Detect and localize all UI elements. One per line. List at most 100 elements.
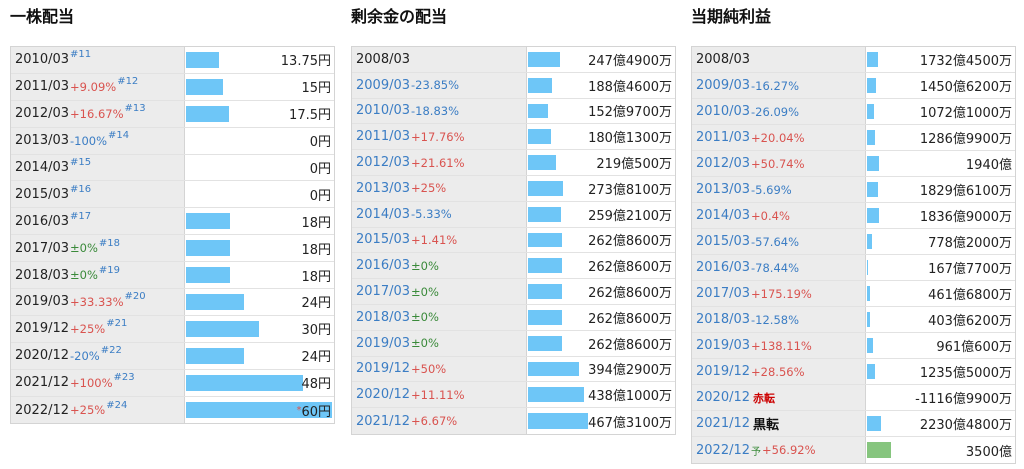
period-link[interactable]: 2019/12 (696, 364, 750, 379)
value-text: 1235億5000万 (920, 362, 1012, 381)
period-link[interactable]: 2016/03 (356, 258, 410, 273)
footnote-link[interactable]: #13 (125, 103, 146, 114)
value-cell: 259億2100万 (527, 201, 675, 227)
value-cell: 1836億9000万 (866, 203, 1015, 228)
change-percent: -16.27% (751, 78, 800, 93)
period-link[interactable]: 2021/12 (696, 416, 750, 431)
footnote-link[interactable]: #21 (106, 318, 127, 329)
change-percent: -100% (70, 133, 108, 148)
change-percent: +25% (411, 181, 447, 196)
period-link[interactable]: 2019/03 (356, 336, 410, 351)
value-cell: *60円 (185, 396, 334, 424)
period-link[interactable]: 2009/03 (356, 78, 410, 93)
value-label: 13.75円 (280, 54, 331, 70)
period-link[interactable]: 2016/03 (696, 260, 750, 275)
value-label: 467億3100万 (588, 415, 672, 431)
footnote-link[interactable]: #19 (99, 265, 120, 276)
value-text: 262億8600万 (588, 308, 672, 327)
period-link[interactable]: 2019/12 (356, 361, 410, 376)
table-row: 2014/03 +0.4% 1836億9000万 (692, 203, 1015, 229)
value-bar (867, 156, 879, 171)
row-label: 2010/03 -26.09% (692, 99, 866, 124)
change-percent: +33.33% (70, 294, 124, 309)
change-percent: +20.04% (751, 130, 805, 145)
period-link[interactable]: 2018/03 (696, 312, 750, 327)
period-link[interactable]: 2017/03 (696, 286, 750, 301)
table-row: 2008/03 247億4900万 (352, 47, 675, 73)
value-text: 273億8100万 (588, 179, 672, 198)
value-label: 167億7700万 (928, 262, 1012, 277)
change-percent: +9.09% (70, 79, 117, 94)
period-link[interactable]: 2013/03 (696, 182, 750, 197)
value-bar (867, 104, 874, 119)
value-text: 1829億6100万 (920, 180, 1012, 199)
row-label: 2017/03 ±0% #18 (11, 235, 185, 262)
value-text: 467億3100万 (588, 412, 672, 431)
period-link[interactable]: 2010/03 (356, 103, 410, 118)
period-link[interactable]: 2011/03 (356, 129, 410, 144)
change-percent: +175.19% (751, 286, 812, 301)
period-link: 2015/03 (15, 186, 70, 202)
change-percent: +100% (70, 375, 113, 390)
period-link[interactable]: 2009/03 (696, 78, 750, 93)
footnote-link[interactable]: #24 (106, 400, 127, 411)
period-link[interactable]: 2014/03 (356, 207, 410, 222)
row-label: 2019/12 +28.56% (692, 359, 866, 384)
footnote-link[interactable]: #15 (70, 157, 91, 168)
value-label: 262億8600万 (588, 337, 672, 353)
value-text: 180億1300万 (588, 127, 672, 146)
table-row: 2019/03 ±0% 262億8600万 (352, 330, 675, 357)
period-link[interactable]: 2019/03 (696, 338, 750, 353)
period-link[interactable]: 2020/12 (696, 390, 750, 405)
period-link[interactable]: 2013/03 (356, 181, 410, 196)
footnote-link[interactable]: #20 (125, 291, 146, 302)
row-label: 2011/03 +17.76% (352, 124, 527, 150)
table-row: 2016/03 #17 18円 (11, 208, 334, 236)
period-link[interactable]: 2017/03 (356, 284, 410, 299)
value-cell: 17.5円 (185, 100, 334, 127)
change-percent: +17.76% (411, 129, 465, 144)
change-percent: -57.64% (751, 234, 800, 249)
value-bar (528, 387, 584, 403)
row-label: 2021/12 黒転 (692, 411, 866, 436)
period-link[interactable]: 2021/12 (356, 414, 410, 429)
value-label: 48円 (301, 377, 331, 393)
value-text: 188億4600万 (588, 76, 672, 95)
table-row: 2008/03 1732億4500万 (692, 47, 1015, 73)
footnote-link[interactable]: #17 (70, 211, 91, 222)
value-text: 18円 (301, 266, 331, 285)
value-cell: 152億9700万 (527, 98, 675, 124)
footnote-link[interactable]: #14 (108, 130, 129, 141)
footnote-link[interactable]: #16 (70, 184, 91, 195)
period-link[interactable]: 2022/12 (696, 443, 750, 458)
period-link[interactable]: 2020/12 (356, 387, 410, 402)
change-percent: -18.83% (411, 103, 460, 118)
period-link[interactable]: 2011/03 (696, 130, 750, 145)
footnote-link[interactable]: #18 (99, 238, 120, 249)
row-label: 2019/03 ±0% (352, 330, 527, 356)
row-label: 2013/03 -5.69% (692, 177, 866, 202)
value-cell: 3500億 (866, 437, 1015, 463)
period-link: 2019/03 (15, 294, 70, 310)
value-text: 15円 (301, 77, 331, 96)
period-link[interactable]: 2012/03 (696, 156, 750, 171)
period-link[interactable]: 2015/03 (696, 234, 750, 249)
period-link[interactable]: 2015/03 (356, 232, 410, 247)
value-text: 461億6800万 (928, 284, 1012, 303)
value-cell: 13.75円 (185, 47, 334, 73)
period-link[interactable]: 2010/03 (696, 104, 750, 119)
value-text: 1072億1000万 (920, 102, 1012, 121)
period-link[interactable]: 2018/03 (356, 310, 410, 325)
footnote-link[interactable]: #23 (114, 372, 135, 383)
period-link[interactable]: 2014/03 (696, 208, 750, 223)
period-link[interactable]: 2012/03 (356, 155, 410, 170)
value-bar (186, 320, 259, 337)
value-bar (186, 213, 230, 230)
period-link: 2011/03 (15, 79, 70, 95)
footnote-link[interactable]: #12 (117, 76, 138, 87)
footnote-link[interactable]: #22 (101, 345, 122, 356)
footnote-link[interactable]: #11 (70, 49, 91, 60)
change-percent: ±0% (411, 258, 439, 273)
value-label: 1450億6200万 (919, 80, 1012, 95)
data-table: 2008/03 1732億4500万 2009/03 -16.27% 1450億6200… (691, 46, 1016, 464)
